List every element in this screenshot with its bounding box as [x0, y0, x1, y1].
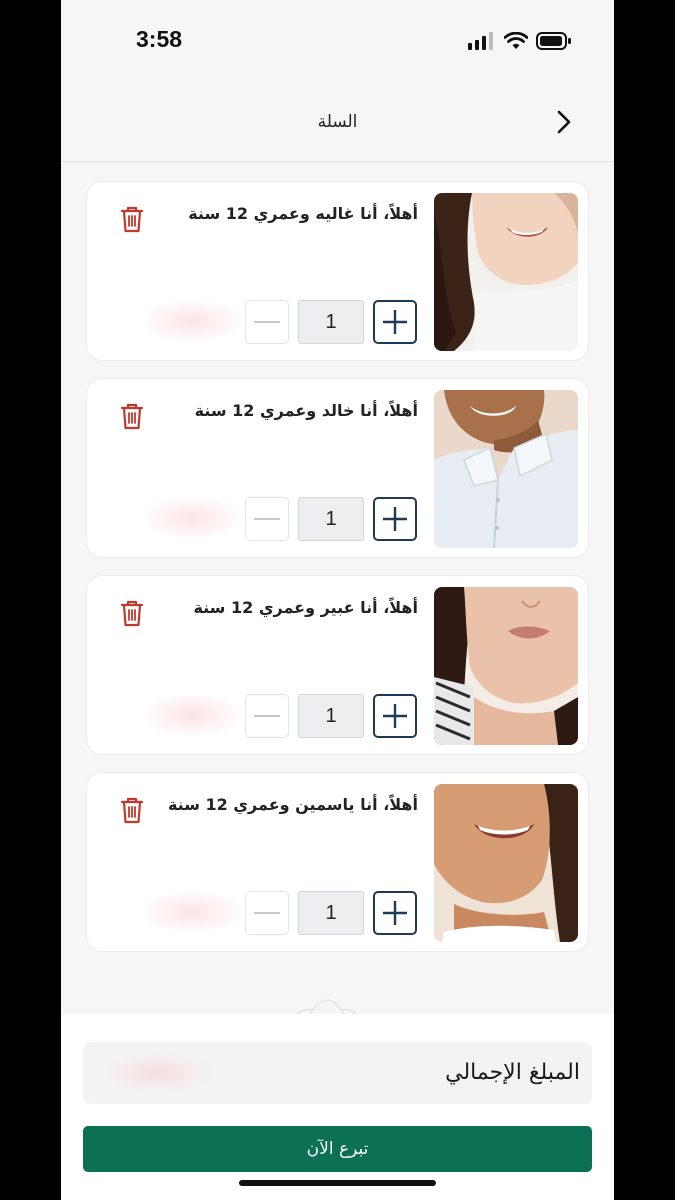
price-redacted: [142, 891, 242, 933]
total-label: المبلغ الإجمالي: [445, 1060, 580, 1085]
battery-icon: [536, 32, 571, 50]
donate-now-button[interactable]: تبرع الآن: [83, 1126, 592, 1172]
cart-item-card: أهلاً، أنا غاليه وعمري 12 سنة 1: [86, 181, 589, 361]
decrease-quantity-button[interactable]: [245, 694, 289, 738]
plus-icon: [383, 901, 407, 925]
trash-icon[interactable]: [119, 204, 145, 234]
decrease-quantity-button[interactable]: [245, 497, 289, 541]
item-title: أهلاً، أنا غاليه وعمري 12 سنة: [188, 204, 418, 223]
minus-icon: [254, 715, 280, 717]
child-photo: [434, 587, 578, 745]
child-photo: [434, 784, 578, 942]
increase-quantity-button[interactable]: [373, 497, 417, 541]
price-redacted: [142, 497, 242, 539]
home-indicator: [239, 1180, 436, 1186]
status-time: 3:58: [136, 26, 183, 52]
decrease-quantity-button[interactable]: [245, 891, 289, 935]
trash-icon[interactable]: [119, 598, 145, 628]
child-photo: [434, 193, 578, 351]
back-chevron-icon[interactable]: [554, 108, 574, 136]
quantity-value[interactable]: 1: [298, 497, 364, 541]
checkout-footer: المبلغ الإجمالي تبرع الآن: [61, 1014, 614, 1200]
signal-icon: [468, 32, 493, 50]
plus-icon: [383, 507, 407, 531]
minus-icon: [254, 912, 280, 914]
decrease-quantity-button[interactable]: [245, 300, 289, 344]
price-redacted: [142, 694, 242, 736]
item-title: أهلاً، أنا ياسمين وعمري 12 سنة: [167, 795, 418, 814]
child-photo: [434, 390, 578, 548]
minus-icon: [254, 321, 280, 323]
trash-icon[interactable]: [119, 401, 145, 431]
minus-icon: [254, 518, 280, 520]
trash-icon[interactable]: [119, 795, 145, 825]
item-title: أهلاً، أنا عبير وعمري 12 سنة: [193, 598, 418, 617]
quantity-value[interactable]: 1: [298, 300, 364, 344]
increase-quantity-button[interactable]: [373, 300, 417, 344]
plus-icon: [383, 310, 407, 334]
navigation-header: السلة: [61, 80, 614, 162]
quantity-value[interactable]: 1: [298, 891, 364, 935]
phone-screen: 3:58 السلة أهلاً، أنا غاليه وعمري 12 سنة…: [61, 0, 614, 1200]
increase-quantity-button[interactable]: [373, 694, 417, 738]
cart-item-card: أهلاً، أنا عبير وعمري 12 سنة 1: [86, 575, 589, 755]
cart-item-card: أهلاً، أنا خالد وعمري 12 سنة 1: [86, 378, 589, 558]
item-title: أهلاً، أنا خالد وعمري 12 سنة: [194, 401, 418, 420]
cart-item-card: أهلاً، أنا ياسمين وعمري 12 سنة 1: [86, 772, 589, 952]
total-amount-box: المبلغ الإجمالي: [83, 1042, 592, 1104]
quantity-value[interactable]: 1: [298, 694, 364, 738]
status-icons: [468, 30, 572, 52]
wifi-icon: [504, 32, 528, 49]
page-title: السلة: [317, 112, 358, 132]
status-bar: 3:58: [61, 0, 614, 80]
plus-icon: [383, 704, 407, 728]
increase-quantity-button[interactable]: [373, 891, 417, 935]
price-redacted: [142, 300, 242, 342]
total-redacted: [103, 1054, 213, 1092]
